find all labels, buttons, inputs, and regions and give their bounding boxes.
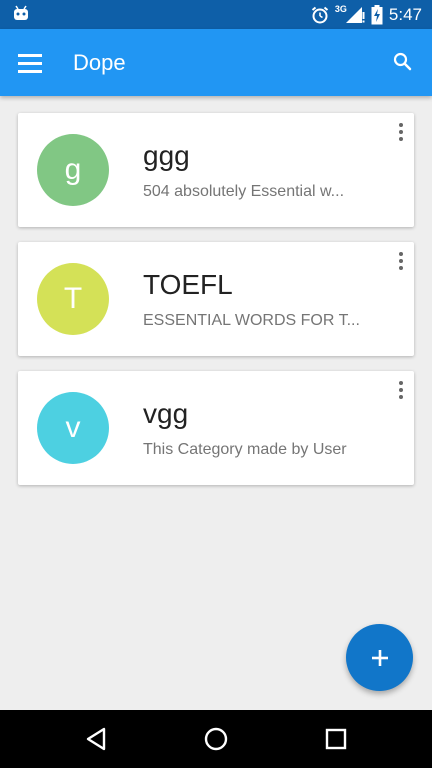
app-title: Dope (73, 50, 126, 75)
overflow-menu-icon[interactable] (396, 381, 406, 399)
category-subtitle: ESSENTIAL WORDS FOR T... (143, 312, 360, 329)
category-subtitle: 504 absolutely Essential w... (143, 183, 345, 200)
category-title: ggg (143, 140, 190, 171)
status-time: 5:47 (388, 5, 422, 24)
category-title: vgg (143, 398, 189, 429)
category-card[interactable]: T TOEFL ESSENTIAL WORDS FOR T... (18, 242, 414, 356)
category-avatar: v (37, 392, 109, 464)
category-title: TOEFL (143, 269, 233, 300)
back-icon[interactable] (83, 725, 111, 753)
home-icon[interactable] (202, 725, 230, 753)
overflow-menu-icon[interactable] (396, 252, 406, 270)
category-avatar: g (37, 134, 109, 206)
navigation-bar (0, 710, 432, 768)
battery-charging-icon (371, 5, 383, 25)
android-icon (14, 5, 28, 20)
category-subtitle: This Category made by User (143, 441, 347, 458)
network-type-label: 3G (334, 4, 347, 14)
hamburger-menu-icon[interactable] (18, 48, 50, 78)
recents-icon[interactable] (322, 725, 350, 753)
signal-icon (345, 7, 365, 23)
add-category-button[interactable] (346, 624, 413, 691)
status-bar: 3G 5:47 (0, 0, 432, 29)
app-bar: Dope (0, 29, 432, 96)
category-list: g ggg 504 absolutely Essential w... T TO… (18, 113, 414, 500)
add-icon (371, 649, 388, 666)
category-card[interactable]: v vgg This Category made by User (18, 371, 414, 485)
search-icon[interactable] (390, 49, 416, 75)
overflow-menu-icon[interactable] (396, 123, 406, 141)
category-avatar: T (37, 263, 109, 335)
alarm-icon (311, 6, 329, 24)
category-card[interactable]: g ggg 504 absolutely Essential w... (18, 113, 414, 227)
